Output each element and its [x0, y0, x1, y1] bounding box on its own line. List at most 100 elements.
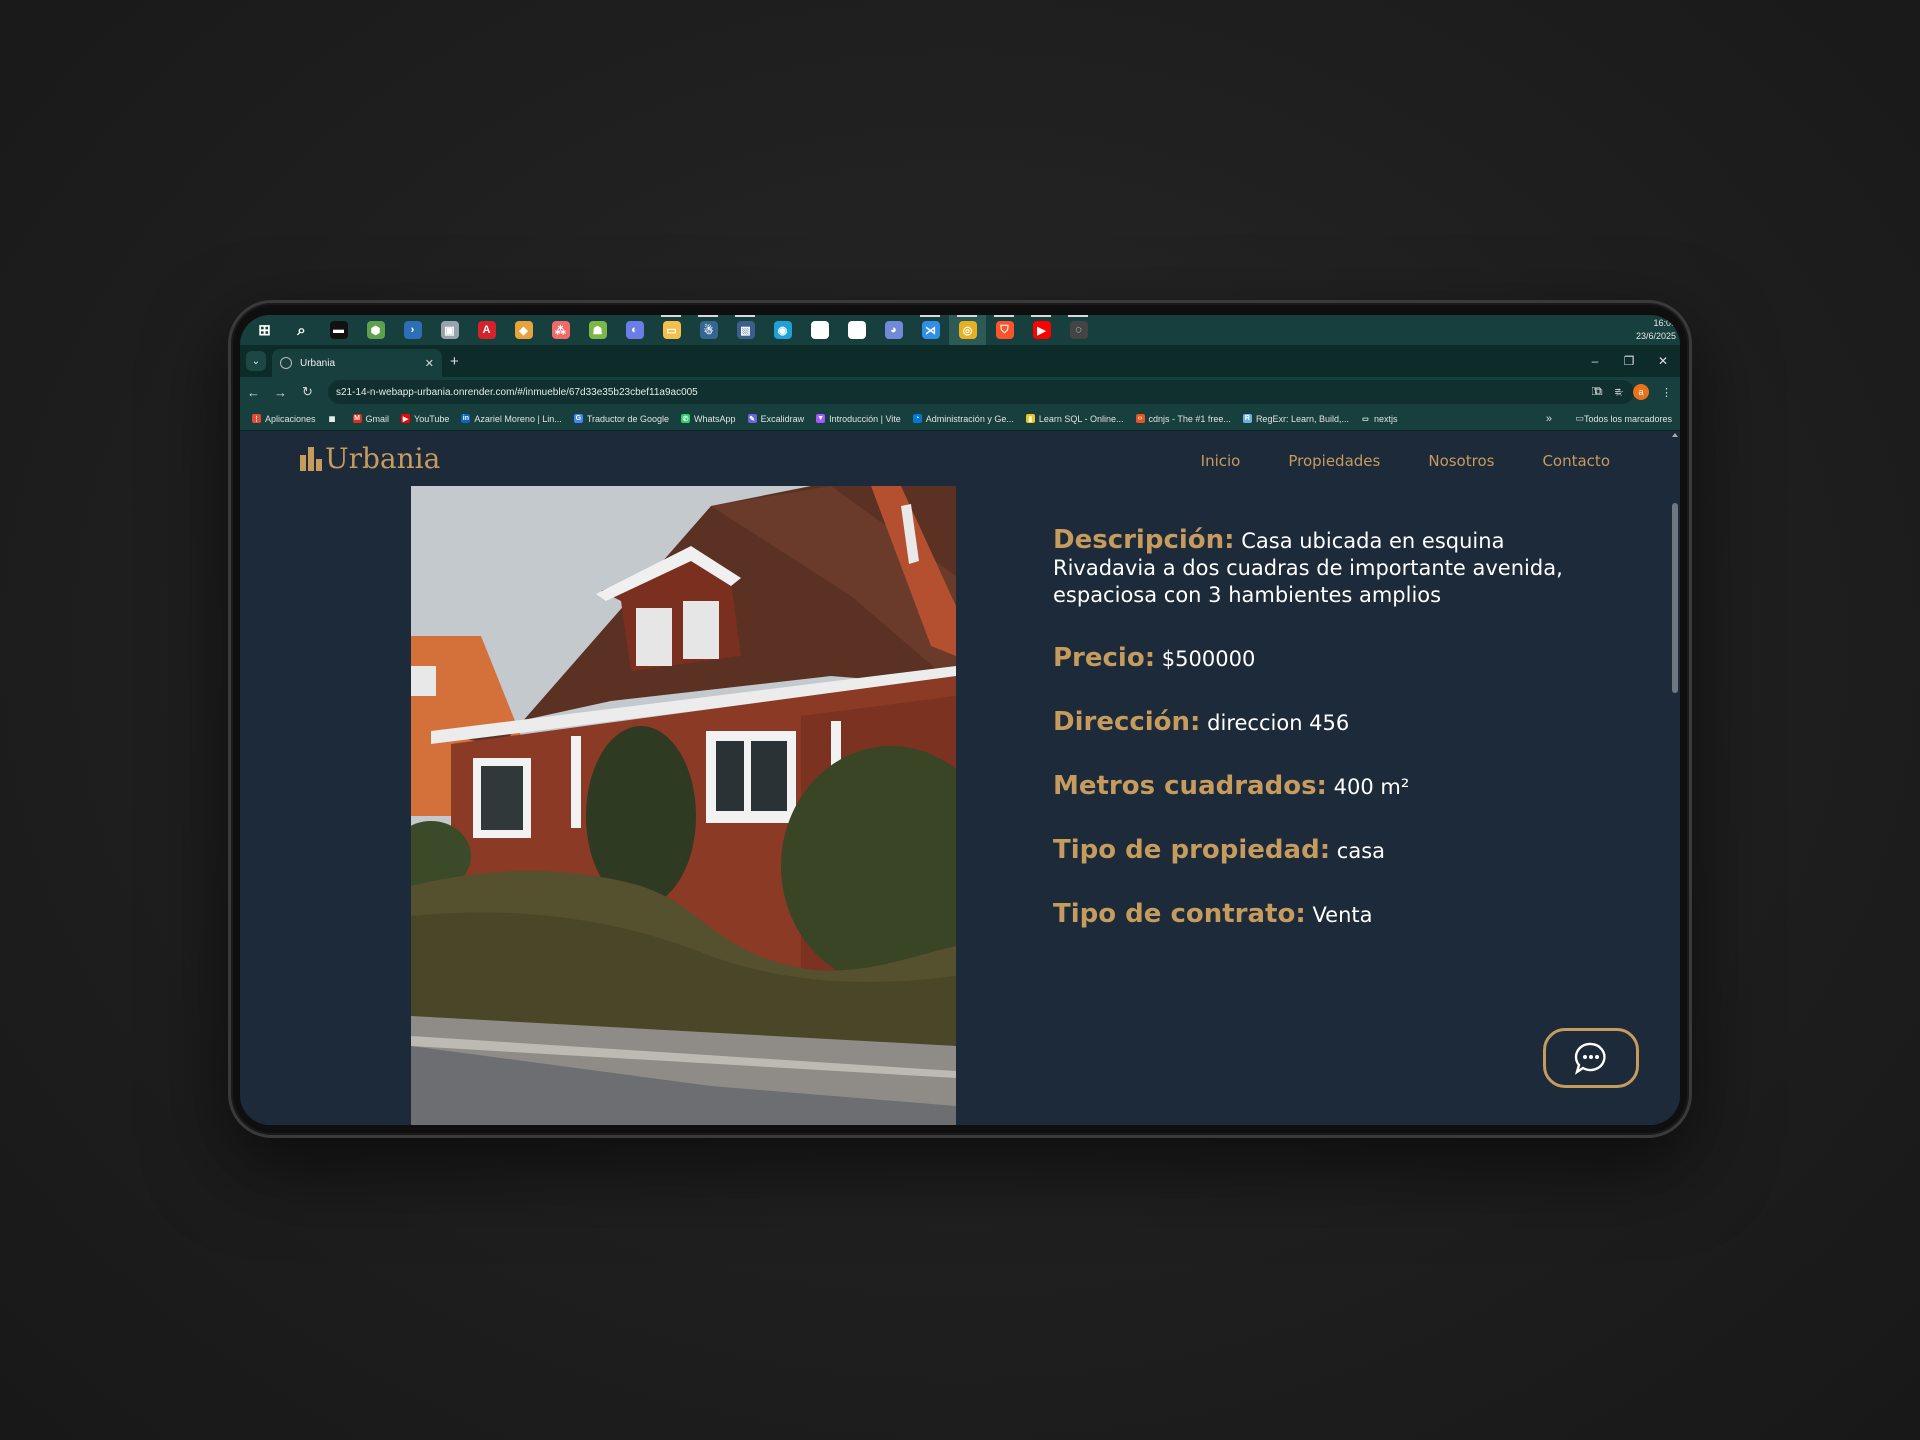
- nav-nosotros[interactable]: Nosotros: [1428, 452, 1494, 470]
- bookmark-label: Learn SQL - Online...: [1038, 413, 1124, 424]
- taskbar-app[interactable]: ☗: [579, 315, 616, 345]
- web-page: Urbania Inicio Propiedades Nosotros Cont…: [240, 431, 1680, 1125]
- taskbar-app[interactable]: ☃: [690, 315, 727, 345]
- bookmark-item[interactable]: ⋮ Aplicaciones: [252, 414, 316, 424]
- bookmark-item[interactable]: ✆ WhatsApp: [681, 414, 736, 424]
- detail-metros: Metros cuadrados: 400 m²: [1053, 773, 1573, 801]
- reload-icon[interactable]: ↻: [294, 384, 321, 400]
- chrome-icon: ◎: [958, 321, 977, 339]
- taskbar-app[interactable]: ◐: [616, 315, 653, 345]
- browser-tab[interactable]: Urbania ✕: [272, 349, 442, 377]
- taskbar-app[interactable]: ⊞: [246, 315, 283, 345]
- bookmark-item[interactable]: ▼ Introducción | Vite: [816, 414, 901, 424]
- bookmark-favicon-icon: in: [461, 414, 471, 423]
- taskbar-app[interactable]: ⋊: [912, 315, 949, 345]
- bookmark-item[interactable]: ✎ Excalidraw: [747, 414, 804, 424]
- mongodb-compass-icon: ●: [810, 321, 829, 339]
- back-icon[interactable]: ←: [240, 385, 267, 400]
- new-tab-button[interactable]: +: [450, 353, 459, 370]
- bookmark-item[interactable]: ◔ Administración y Ge...: [912, 414, 1014, 424]
- nav-contacto[interactable]: Contacto: [1542, 452, 1610, 470]
- taskbar-app[interactable]: ⁂: [542, 315, 579, 345]
- window-controls: – ❐ ✕: [1578, 345, 1680, 377]
- detail-label: Metros cuadrados:: [1053, 771, 1327, 801]
- taskbar-app[interactable]: ▣: [431, 315, 468, 345]
- extensions-icon[interactable]: ⧉: [1595, 386, 1603, 399]
- taskbar-app[interactable]: ◌: [1060, 315, 1097, 345]
- all-bookmarks-folder[interactable]: ▭ Todos los marcadores: [1575, 413, 1672, 424]
- taskbar-app[interactable]: ◎: [949, 315, 986, 345]
- forward-icon[interactable]: →: [267, 385, 294, 400]
- bookmark-favicon-icon: ▶: [401, 414, 411, 423]
- detail-value: Venta: [1312, 903, 1373, 927]
- taskbar-app[interactable]: A: [468, 315, 505, 345]
- bookmark-item[interactable]: ▦: [327, 414, 341, 423]
- acrobat-icon: A: [477, 321, 496, 339]
- page-scrollbar[interactable]: [1670, 431, 1680, 1125]
- taskbar-app[interactable]: ⌕: [283, 315, 320, 345]
- taskbar-icons: ⊞ ⌕ ▬ ⬢ › ▣ A ◆ ⁂ ☗ ◐ ▭ ☃ ▧ ◉ ● ◍ ◕ ⋊ ◎ ⛉ ▶ ◌: [240, 315, 1097, 345]
- taskbar-app[interactable]: ◍: [838, 315, 875, 345]
- taskbar-app[interactable]: ◆: [505, 315, 542, 345]
- property-photo: [411, 486, 956, 1125]
- taskbar-app[interactable]: ⛉: [986, 315, 1023, 345]
- bookmark-favicon-icon: M: [352, 414, 362, 423]
- detail-precio: Precio: $500000: [1053, 645, 1573, 673]
- close-window-icon[interactable]: ✕: [1646, 345, 1680, 377]
- more-bookmarks-icon[interactable]: »: [1546, 413, 1552, 425]
- media-controls-icon[interactable]: ≡: [1615, 386, 1621, 398]
- bookmark-item[interactable]: ▶ YouTube: [401, 414, 449, 424]
- minimize-icon[interactable]: –: [1578, 345, 1612, 377]
- taskbar-app[interactable]: ›: [394, 315, 431, 345]
- taskbar-app[interactable]: ●: [801, 315, 838, 345]
- file-explorer-icon: ▭: [662, 321, 681, 339]
- taskbar-app[interactable]: ⬢: [357, 315, 394, 345]
- globe-icon: [280, 357, 292, 369]
- bookmark-item[interactable]: R RegExr: Learn, Build,...: [1242, 413, 1349, 424]
- taskbar-app[interactable]: ▶: [1023, 315, 1060, 345]
- profile-avatar[interactable]: a: [1633, 384, 1649, 400]
- clock-time: 16:06: [1653, 318, 1676, 328]
- detail-value: direccion 456: [1207, 711, 1350, 735]
- close-tab-icon[interactable]: ✕: [425, 357, 434, 370]
- nav-inicio[interactable]: Inicio: [1201, 452, 1241, 470]
- scrollbar-thumb[interactable]: [1672, 503, 1678, 693]
- bookmark-item[interactable]: ▭ nextjs: [1360, 413, 1398, 424]
- clock-date: 23/6/2025: [1635, 331, 1676, 341]
- bookmark-item[interactable]: ▮ Learn SQL - Online...: [1025, 413, 1124, 424]
- scroll-up-icon[interactable]: [1672, 433, 1678, 437]
- taskbar-clock[interactable]: 16:06 23/6/2025: [1636, 317, 1676, 343]
- bookmark-item[interactable]: M Gmail: [352, 414, 389, 424]
- detail-direccion: Dirección: direccion 456: [1053, 709, 1573, 737]
- obs-icon: ◌: [1069, 321, 1088, 339]
- bookmark-label: Traductor de Google: [586, 413, 670, 424]
- bookmark-label: nextjs: [1373, 413, 1398, 424]
- taskbar-app[interactable]: ▭: [653, 315, 690, 345]
- taskbar-app[interactable]: ▬: [320, 315, 357, 345]
- restore-icon[interactable]: ❐: [1612, 345, 1646, 377]
- nodejs-icon: ⬢: [366, 321, 385, 339]
- bookmark-item[interactable]: ‹› cdnjs - The #1 free...: [1135, 414, 1231, 424]
- bookmark-item[interactable]: G Traductor de Google: [573, 413, 670, 424]
- tab-search-button[interactable]: ⌄: [246, 351, 266, 371]
- property-details: Descripción: Casa ubicada en esquina Riv…: [1053, 527, 1573, 965]
- nav-propiedades[interactable]: Propiedades: [1288, 452, 1380, 470]
- menu-icon[interactable]: ⋮: [1661, 386, 1672, 399]
- address-bar[interactable]: ⚙ s21-14-n-webapp-urbania.onrender.com/#…: [328, 380, 1634, 510]
- bookmark-label: RegExr: Learn, Build,...: [1255, 413, 1349, 424]
- taskbar-app[interactable]: ▧: [727, 315, 764, 345]
- bookmark-favicon-icon: ✆: [681, 414, 691, 423]
- bookmark-item[interactable]: in Azariel Moreno | Lin...: [461, 414, 562, 424]
- brand-logo[interactable]: Urbania: [300, 442, 440, 475]
- running-indicator: [735, 315, 755, 317]
- screen: ⊞ ⌕ ▬ ⬢ › ▣ A ◆ ⁂ ☗ ◐ ▭ ☃ ▧ ◉ ● ◍ ◕ ⋊ ◎ ⛉ ▶ ◌ 16:06 23/6/2025 …: [240, 315, 1680, 1125]
- copilot-icon: ◐: [625, 321, 644, 339]
- running-indicator: [1031, 315, 1051, 317]
- taskbar: ⊞ ⌕ ▬ ⬢ › ▣ A ◆ ⁂ ☗ ◐ ▭ ☃ ▧ ◉ ● ◍ ◕ ⋊ ◎ ⛉ ▶ ◌ 16:06 23/6/2025: [240, 315, 1680, 345]
- chevron-down-icon: ⌄: [251, 355, 261, 367]
- taskbar-app[interactable]: ◕: [875, 315, 912, 345]
- taskbar-app[interactable]: ◉: [764, 315, 801, 345]
- bookmark-favicon-icon: ‹›: [1135, 414, 1145, 423]
- running-indicator: [920, 315, 940, 317]
- chat-button[interactable]: [1543, 1028, 1639, 1088]
